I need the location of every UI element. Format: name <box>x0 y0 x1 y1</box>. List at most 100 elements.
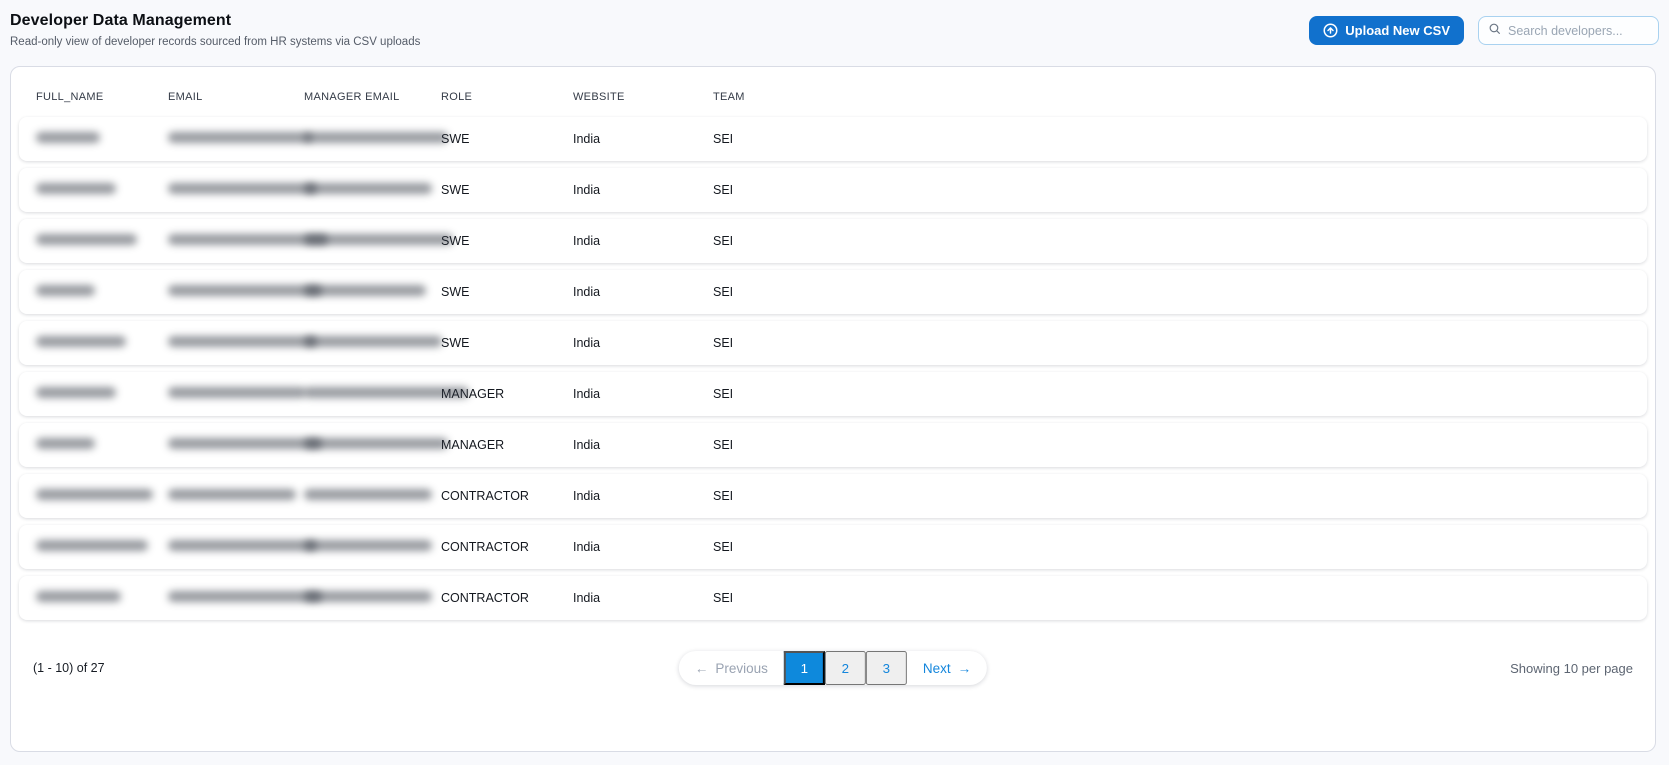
email-cell <box>168 183 317 197</box>
next-page-button[interactable]: Next → <box>907 651 987 685</box>
table-row: SWE India SEI <box>19 168 1647 212</box>
search-developers-input[interactable] <box>1508 23 1649 38</box>
role-cell: SWE <box>441 183 470 197</box>
result-range-label: (1 - 10) of 27 <box>33 661 105 675</box>
manager-email-cell <box>304 540 441 554</box>
search-box <box>1478 16 1659 45</box>
manager-email-cell <box>304 438 448 452</box>
email-cell <box>168 336 317 350</box>
role-cell: MANAGER <box>441 438 505 452</box>
page-1-button[interactable]: 1 <box>783 651 825 685</box>
website-cell: India <box>573 438 601 452</box>
table-row: SWE India SEI <box>19 270 1647 314</box>
upload-arrow-circle-icon <box>1323 23 1338 38</box>
redacted-text <box>168 183 317 194</box>
email-cell <box>168 438 322 452</box>
table-row: SWE India SEI <box>19 321 1647 365</box>
page-3-button[interactable]: 3 <box>865 651 907 685</box>
page-subtitle: Read-only view of developer records sour… <box>10 36 421 48</box>
page-2-button[interactable]: 2 <box>824 651 866 685</box>
website-cell: India <box>573 489 601 503</box>
redacted-text <box>168 132 312 143</box>
redacted-text <box>168 591 322 602</box>
table-row: CONTRACTOR India SEI <box>19 474 1647 518</box>
team-cell: SEI <box>713 132 734 146</box>
email-cell <box>168 387 306 401</box>
full-name-cell <box>36 591 168 605</box>
website-cell: India <box>573 132 601 146</box>
redacted-text <box>168 336 317 347</box>
developers-table-card: FULL_NAME EMAIL MANAGER EMAIL ROLE WEBSITE TE… <box>10 66 1656 752</box>
manager-email-cell <box>304 489 441 503</box>
role-cell: CONTRACTOR <box>441 489 529 503</box>
upload-new-csv-button[interactable]: Upload New CSV <box>1309 16 1464 45</box>
redacted-text <box>304 540 432 551</box>
redacted-text <box>36 285 95 296</box>
role-cell: SWE <box>441 285 470 299</box>
website-cell: India <box>573 387 601 401</box>
table-row: CONTRACTOR India SEI <box>19 525 1647 569</box>
previous-page-button[interactable]: ← Previous <box>679 651 784 685</box>
redacted-text <box>304 285 426 296</box>
manager-email-cell <box>304 132 448 146</box>
team-cell: SEI <box>713 438 734 452</box>
team-cell: SEI <box>713 489 734 503</box>
table-row: SWE India SEI <box>19 117 1647 161</box>
full-name-cell <box>36 183 168 197</box>
website-cell: India <box>573 183 601 197</box>
redacted-text <box>36 540 148 551</box>
email-cell <box>168 540 317 554</box>
redacted-text <box>304 591 432 602</box>
pager: ← Previous 123 Next → <box>678 651 988 685</box>
left-arrow-icon: ← <box>694 660 709 676</box>
per-page-label: Showing 10 per page <box>1510 660 1633 676</box>
header-actions: Upload New CSV <box>1309 16 1659 45</box>
role-cell: SWE <box>441 132 470 146</box>
role-cell: CONTRACTOR <box>441 540 529 554</box>
full-name-cell <box>36 438 168 452</box>
redacted-text <box>304 489 432 500</box>
table-row: SWE India SEI <box>19 219 1647 263</box>
role-cell: SWE <box>441 234 470 248</box>
manager-email-cell <box>304 234 453 248</box>
team-cell: SEI <box>713 591 734 605</box>
website-cell: India <box>573 234 601 248</box>
team-cell: SEI <box>713 540 734 554</box>
table-row: CONTRACTOR India SEI <box>19 576 1647 620</box>
column-header: TEAM <box>713 91 745 103</box>
redacted-text <box>36 234 137 245</box>
email-cell <box>168 234 328 248</box>
manager-email-cell <box>304 285 441 299</box>
full-name-cell <box>36 285 168 299</box>
redacted-text <box>304 438 448 449</box>
redacted-text <box>304 387 469 398</box>
redacted-text <box>36 489 153 500</box>
manager-email-cell <box>304 336 442 350</box>
previous-label: Previous <box>715 660 768 676</box>
redacted-text <box>304 336 442 347</box>
title-block: Developer Data Management Read-only view… <box>10 12 420 48</box>
redacted-text <box>36 132 100 143</box>
redacted-text <box>36 438 95 449</box>
email-cell <box>168 591 322 605</box>
column-header: MANAGER EMAIL <box>304 91 400 103</box>
page-title: Developer Data Management <box>10 12 232 29</box>
search-icon <box>1488 22 1501 40</box>
redacted-text <box>168 438 322 449</box>
website-cell: India <box>573 591 601 605</box>
email-cell <box>168 285 322 299</box>
column-header: EMAIL <box>168 91 203 103</box>
table-row: MANAGER India SEI <box>19 372 1647 416</box>
redacted-text <box>36 183 116 194</box>
manager-email-cell <box>304 591 441 605</box>
page-header: Developer Data Management Read-only view… <box>10 12 1659 48</box>
full-name-cell <box>36 540 168 554</box>
redacted-text <box>168 540 317 551</box>
team-cell: SEI <box>713 234 734 248</box>
redacted-text <box>36 336 126 347</box>
manager-email-cell <box>304 183 441 197</box>
table-row: MANAGER India SEI <box>19 423 1647 467</box>
full-name-cell <box>36 336 168 350</box>
redacted-text <box>168 489 296 500</box>
full-name-cell <box>36 489 168 503</box>
